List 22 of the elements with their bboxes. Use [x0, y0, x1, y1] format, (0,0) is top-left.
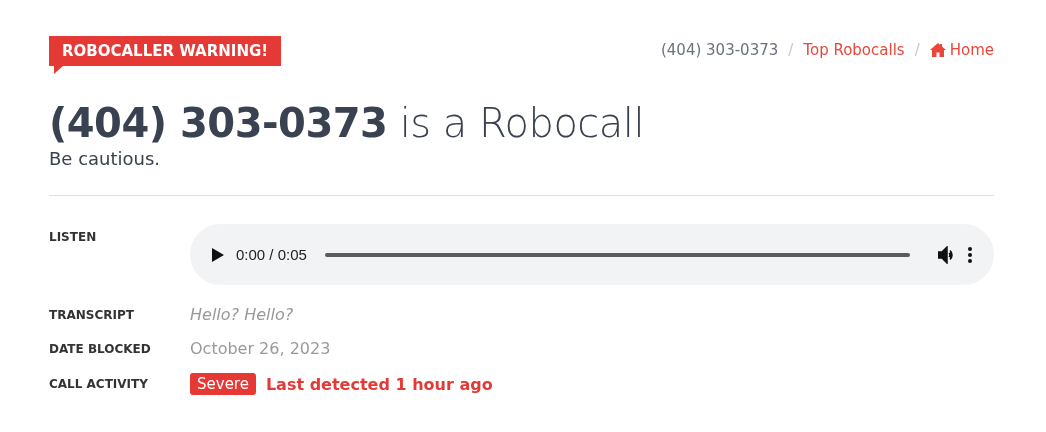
warning-badge: ROBOCALLER WARNING!	[49, 36, 282, 66]
severity-tag: Severe	[190, 373, 256, 395]
play-icon[interactable]	[212, 247, 224, 262]
breadcrumb-current: (404) 303-0373	[660, 41, 779, 59]
volume-icon[interactable]	[938, 245, 956, 264]
page-title: (404) 303-0373 is a Robocall	[49, 100, 646, 146]
detail-label: TRANSCRIPT	[49, 307, 135, 322]
detail-label: LISTEN	[49, 229, 98, 244]
breadcrumb-link[interactable]: Top Robocalls	[803, 41, 905, 59]
last-detected-text: Last detected 1 hour ago	[265, 374, 493, 394]
house-icon	[929, 43, 946, 57]
detail-label: CALL ACTIVITY	[49, 377, 149, 391]
detail-label: DATE BLOCKED	[49, 341, 152, 356]
badge-tail-icon	[54, 66, 63, 74]
audio-time: 0:00 / 0:05	[236, 246, 307, 263]
subtitle: Be cautious.	[49, 148, 162, 169]
breadcrumb-separator: /	[788, 41, 794, 59]
home-link[interactable]: Home	[929, 41, 994, 59]
transcript-text: Hello? Hello?	[190, 305, 295, 324]
breadcrumb-separator: /	[914, 41, 920, 59]
date-value: October 26, 2023	[190, 339, 332, 358]
more-icon[interactable]	[968, 246, 972, 263]
